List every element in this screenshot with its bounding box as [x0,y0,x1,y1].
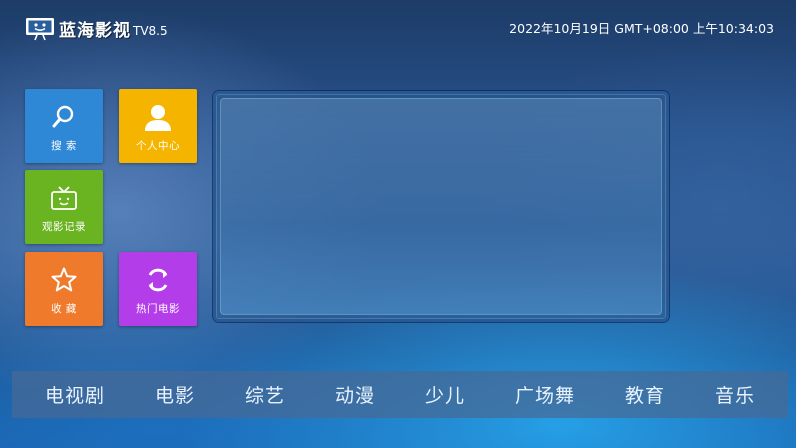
favorites-tile-label: 收 藏 [51,303,77,315]
history-tile-label: 观影记录 [42,221,86,233]
app-version: TV8.5 [133,23,168,38]
hot-movies-tile[interactable]: 热门电影 [119,252,197,326]
datetime-display: 2022年10月19日 GMT+08:00 上午10:34:03 [509,21,774,36]
star-icon [49,265,79,295]
video-preview-panel[interactable] [213,91,669,322]
tv-history-icon [49,183,79,213]
app-logo: 蓝海影视 TV8.5 [25,16,168,41]
category-variety[interactable]: 综艺 [245,381,285,408]
search-icon [49,102,79,132]
user-icon [143,102,173,132]
favorites-tile[interactable]: 收 藏 [25,252,103,326]
video-preview-screen [220,98,662,315]
home-screen: 蓝海影视 TV8.5 2022年10月19日 GMT+08:00 上午10:34… [0,0,796,448]
category-kids[interactable]: 少儿 [425,381,465,408]
search-tile[interactable]: 搜 索 [25,89,103,163]
search-tile-label: 搜 索 [51,140,77,152]
app-name: 蓝海影视 [59,21,131,41]
category-bar: 电视剧 电影 综艺 动漫 少儿 广场舞 教育 音乐 [12,371,788,418]
tv-logo-icon [25,17,55,41]
category-anime[interactable]: 动漫 [335,381,375,408]
hot-movies-tile-label: 热门电影 [136,303,180,315]
category-education[interactable]: 教育 [625,381,665,408]
profile-tile-label: 个人中心 [136,140,180,152]
category-tv-series[interactable]: 电视剧 [45,381,105,408]
category-music[interactable]: 音乐 [715,381,755,408]
refresh-icon [143,265,173,295]
category-movies[interactable]: 电影 [155,381,195,408]
category-square-dance[interactable]: 广场舞 [515,381,575,408]
profile-tile[interactable]: 个人中心 [119,89,197,163]
history-tile[interactable]: 观影记录 [25,170,103,244]
